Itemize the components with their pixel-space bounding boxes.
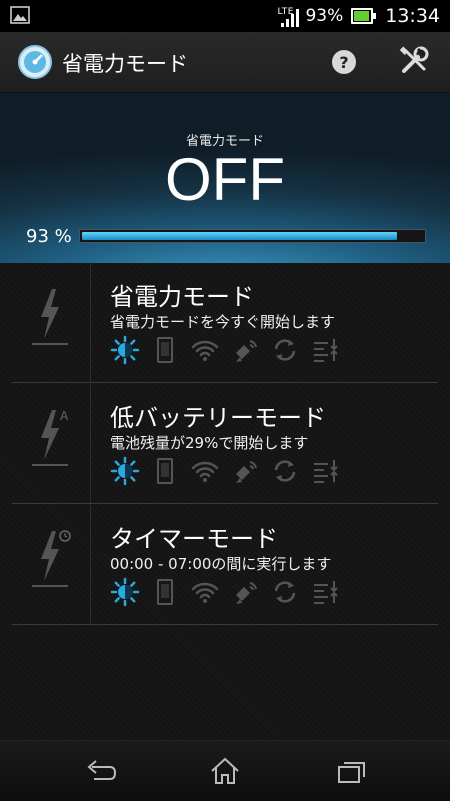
sync-icon (270, 577, 300, 607)
clock: 13:34 (385, 5, 440, 27)
status-value: OFF (165, 146, 285, 213)
signal-icon: LTE (277, 5, 300, 27)
battery-percent: 93% (305, 6, 344, 26)
mode-description: 00:00 - 07:00の間に実行します (110, 555, 332, 573)
mode-item-power-saving[interactable]: 省電力モード 省電力モードを今すぐ開始します (0, 263, 450, 383)
battery-level-fill (82, 232, 397, 240)
wifi-icon (190, 577, 220, 607)
mode-item-low-battery[interactable]: A 低バッテリーモード 電池残量が29%で開始します (0, 384, 450, 504)
screen-icon (150, 577, 180, 607)
gps-icon (230, 456, 260, 486)
wifi-icon (190, 335, 220, 365)
help-icon[interactable]: ? (330, 48, 358, 76)
mode-icon-cell (0, 263, 90, 383)
mode-icon-cell (0, 505, 90, 625)
recent-apps-icon[interactable] (334, 755, 368, 787)
wifi-icon (190, 456, 220, 486)
gps-icon (230, 335, 260, 365)
back-icon[interactable] (84, 755, 118, 787)
page-title: 省電力モード (62, 52, 188, 76)
settings-tools-icon[interactable] (398, 45, 430, 77)
gallery-notification-icon (10, 6, 30, 28)
battery-icon (351, 8, 377, 24)
mode-list: 省電力モード 省電力モードを今すぐ開始します A 低バッテリーモード 電池残量が… (0, 263, 450, 740)
lightning-timer-icon (32, 529, 71, 589)
mode-title: タイマーモード (110, 525, 278, 553)
lightning-auto-icon: A (32, 408, 69, 468)
battery-gauge-app-icon[interactable] (17, 44, 53, 80)
brightness-icon (110, 335, 140, 365)
mode-title: 省電力モード (110, 283, 254, 311)
navigation-bar (0, 740, 450, 801)
mode-icon-cell: A (0, 384, 90, 504)
brightness-icon (110, 456, 140, 486)
mode-description: 省電力モードを今すぐ開始します (110, 313, 336, 331)
mode-description: 電池残量が29%で開始します (110, 434, 309, 452)
feature-icons (110, 335, 340, 365)
data-sync-icon (310, 577, 340, 607)
sync-icon (270, 456, 300, 486)
action-bar: 省電力モード ? (0, 32, 450, 93)
feature-icons (110, 456, 340, 486)
svg-text:A: A (60, 409, 69, 423)
screen-icon (150, 456, 180, 486)
mode-item-timer[interactable]: タイマーモード 00:00 - 07:00の間に実行します (0, 505, 450, 625)
status-bar: LTE 93% 13:34 (0, 0, 450, 32)
mode-title: 低バッテリーモード (110, 404, 326, 432)
battery-level-bar (79, 229, 426, 243)
data-sync-icon (310, 335, 340, 365)
brightness-icon (110, 577, 140, 607)
feature-icons (110, 577, 340, 607)
svg-text:?: ? (339, 53, 348, 72)
sync-icon (270, 335, 300, 365)
gps-icon (230, 577, 260, 607)
power-saving-status-panel: 省電力モード OFF 93 % (0, 93, 450, 264)
lightning-icon (32, 287, 68, 347)
home-icon[interactable] (208, 755, 242, 787)
battery-level-text: 93 % (26, 226, 72, 247)
screen-icon (150, 335, 180, 365)
data-sync-icon (310, 456, 340, 486)
